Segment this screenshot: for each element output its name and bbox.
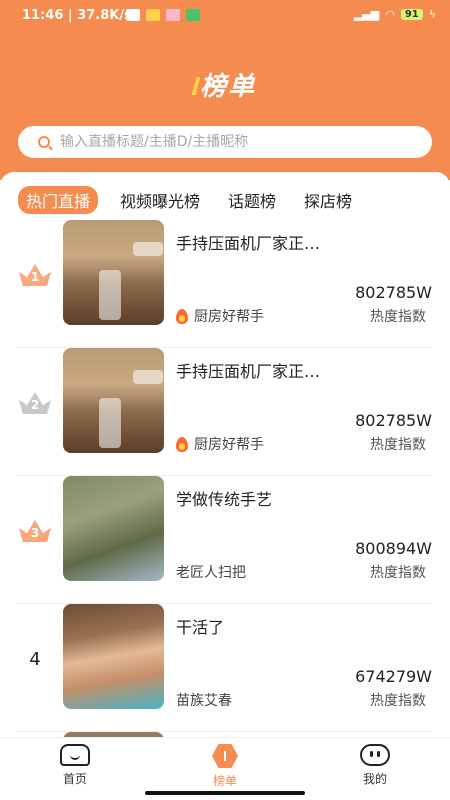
alarm-icon: [126, 9, 140, 21]
time-text: 11:46: [22, 8, 64, 23]
tab-hot-live[interactable]: 热门直播: [18, 186, 99, 214]
crown-icon: 2: [19, 392, 51, 414]
nav-home-label: 首页: [62, 772, 87, 786]
page-title: 榜单: [0, 66, 450, 103]
ranking-icon: [212, 744, 238, 768]
status-time: 11:46 | 37.8K/s: [22, 8, 132, 23]
host-name: 苗族艾春: [176, 693, 232, 709]
thumbnail-detail: [99, 398, 121, 448]
home-indicator[interactable]: [145, 791, 305, 795]
status-app-icons: [126, 9, 200, 21]
host-name: 厨房好帮手: [176, 434, 264, 454]
host-name-text: 厨房好帮手: [194, 437, 264, 453]
heat-value: 802785W: [355, 411, 432, 430]
crown-icon: 3: [19, 520, 51, 542]
heat-label: 热度指数: [370, 693, 426, 709]
network-speed: 37.8K/s: [77, 8, 132, 23]
status-bar: 11:46 | 37.8K/s ▂▄▆ ◠ 91 ϟ: [0, 0, 450, 32]
nav-ranking-label: 榜单: [212, 774, 237, 788]
rank-badge: 4: [18, 644, 52, 674]
live-title: 干活了: [176, 618, 225, 637]
list-item[interactable]: 3 学做传统手艺 老匠人扫把 800894W 热度指数: [0, 476, 450, 604]
nav-profile[interactable]: 我的: [300, 738, 450, 800]
rank-number: 2: [30, 398, 40, 412]
home-icon: [60, 744, 90, 766]
host-name-text: 厨房好帮手: [194, 309, 264, 325]
heat-label: 热度指数: [370, 437, 426, 453]
app-notification-icon: [186, 9, 200, 21]
heat-value: 802785W: [355, 283, 432, 302]
live-thumbnail[interactable]: [63, 348, 164, 453]
signal-icon: ▂▄▆: [353, 8, 380, 21]
host-name: 老匠人扫把: [176, 565, 246, 581]
live-thumbnail[interactable]: [63, 476, 164, 581]
tab-bar: 热门直播 视频曝光榜 话题榜 探店榜: [18, 186, 438, 214]
rank-badge: 3: [18, 516, 52, 546]
live-thumbnail[interactable]: [63, 220, 164, 325]
flame-icon: [176, 308, 188, 324]
list-item[interactable]: 1 手持压面机厂家正… 厨房好帮手 802785W 热度指数: [0, 220, 450, 348]
search-bar[interactable]: [18, 126, 432, 158]
live-title: 手持压面机厂家正…: [176, 234, 321, 253]
rank-badge: 1: [18, 260, 52, 290]
thumbnail-detail: [133, 242, 163, 256]
search-icon: [38, 136, 50, 148]
crown-icon: 1: [19, 264, 51, 286]
heat-value: 800894W: [355, 539, 432, 558]
rank-number: 4: [29, 648, 41, 670]
nav-profile-label: 我的: [362, 772, 387, 786]
profile-icon: [360, 744, 390, 766]
status-right: ▂▄▆ ◠ 91 ϟ: [354, 8, 436, 21]
list-item[interactable]: 2 手持压面机厂家正… 厨房好帮手 802785W 热度指数: [0, 348, 450, 476]
battery-icon: 91: [400, 9, 423, 20]
flame-icon: [176, 436, 188, 452]
charging-icon: ϟ: [428, 8, 436, 21]
content-panel: 热门直播 视频曝光榜 话题榜 探店榜 1 手持压面机厂家正… 厨房好帮手 802…: [0, 172, 450, 737]
ranking-list: 1 手持压面机厂家正… 厨房好帮手 802785W 热度指数 2 手持压面机厂家…: [0, 220, 450, 732]
live-title: 手持压面机厂家正…: [176, 362, 321, 381]
thumbnail-detail: [133, 370, 163, 384]
live-title: 学做传统手艺: [176, 490, 273, 509]
thumbnail-detail: [99, 270, 121, 320]
heat-value: 674279W: [355, 667, 432, 686]
tab-video-exposure[interactable]: 视频曝光榜: [120, 188, 200, 212]
rank-number: 3: [30, 526, 40, 540]
heat-label: 热度指数: [370, 309, 426, 325]
app-notification-icon: [166, 9, 180, 21]
list-item[interactable]: 4 干活了 苗族艾春 674279W 热度指数: [0, 604, 450, 732]
heat-label: 热度指数: [370, 565, 426, 581]
search-input[interactable]: [60, 134, 390, 150]
page-title-text: 榜单: [199, 72, 256, 102]
app-notification-icon: [146, 9, 160, 21]
host-name: 厨房好帮手: [176, 306, 264, 326]
rank-badge: 2: [18, 388, 52, 418]
tab-topics[interactable]: 话题榜: [228, 188, 276, 212]
wifi-icon: ◠: [385, 8, 395, 21]
rank-number: 1: [30, 270, 40, 284]
tab-store-visit[interactable]: 探店榜: [304, 188, 352, 212]
live-thumbnail[interactable]: [63, 604, 164, 709]
nav-home[interactable]: 首页: [0, 738, 150, 800]
